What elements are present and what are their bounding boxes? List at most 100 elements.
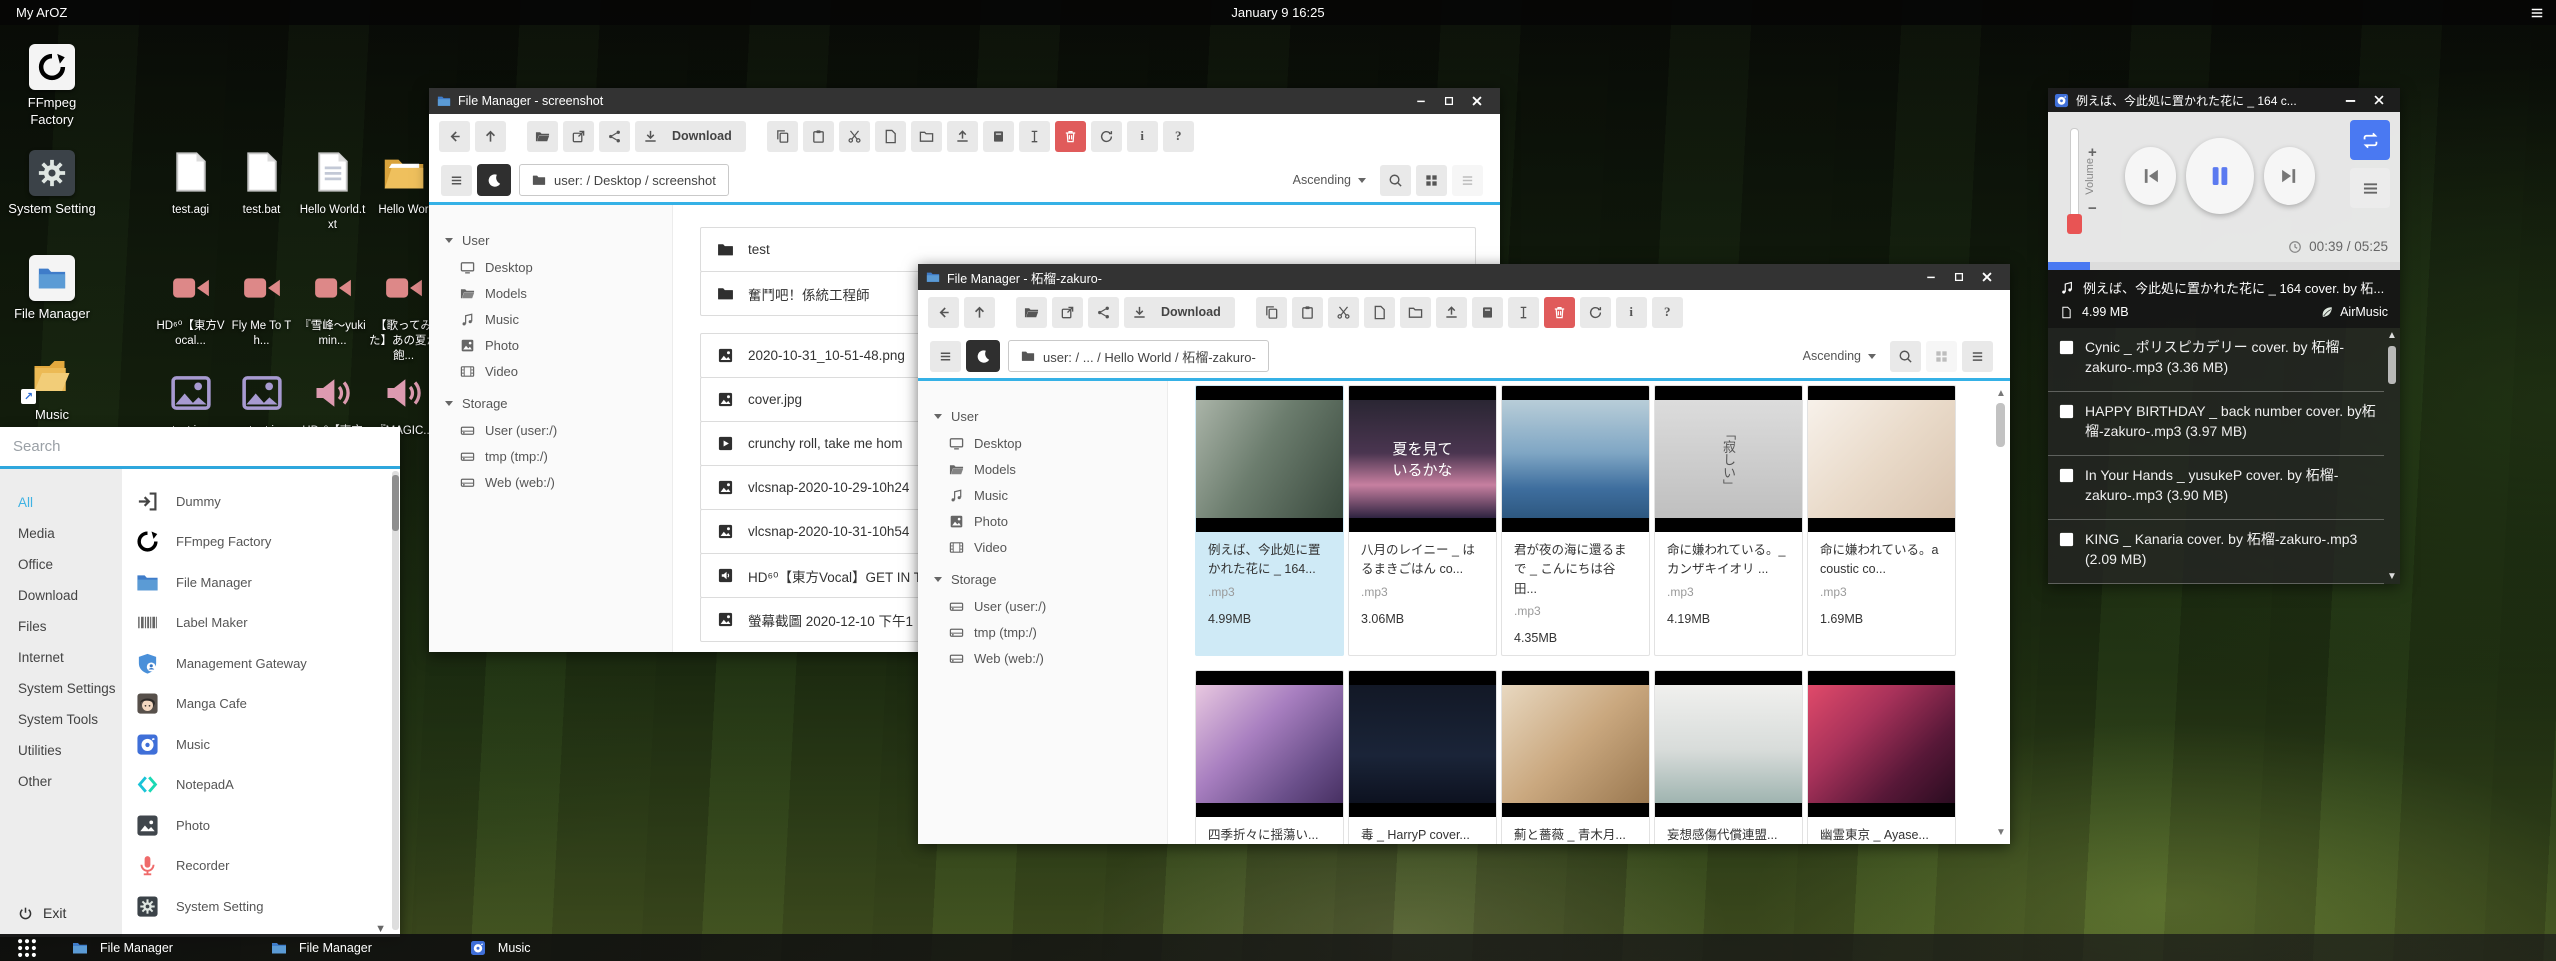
- search-input[interactable]: [13, 438, 353, 455]
- paste-button[interactable]: [1292, 297, 1323, 328]
- sidebar-item-music[interactable]: Music: [443, 306, 672, 332]
- category-system-tools[interactable]: System Tools: [0, 704, 122, 735]
- taskbar-item-music[interactable]: Music: [456, 934, 545, 961]
- sidebar-section-user[interactable]: User: [932, 403, 1167, 430]
- grid-view-button[interactable]: [1416, 165, 1447, 196]
- category-internet[interactable]: Internet: [0, 642, 122, 673]
- archive-button[interactable]: [1472, 297, 1503, 328]
- category-office[interactable]: Office: [0, 549, 122, 580]
- info-button[interactable]: i: [1127, 121, 1158, 152]
- sidebar-item-tmp-tmp-[interactable]: tmp (tmp:/): [443, 443, 672, 469]
- minimize-button[interactable]: [1410, 90, 1438, 112]
- open-folder-button[interactable]: [527, 121, 558, 152]
- app-item-music[interactable]: Music: [122, 724, 400, 765]
- archive-button[interactable]: [983, 121, 1014, 152]
- help-button[interactable]: ?: [1652, 297, 1683, 328]
- window-titlebar[interactable]: File Manager - 柘榴-zakuro-: [918, 264, 2010, 290]
- category-download[interactable]: Download: [0, 580, 122, 611]
- close-button[interactable]: [2368, 89, 2396, 111]
- sidebar-section-storage[interactable]: Storage: [932, 566, 1167, 593]
- new-file-button[interactable]: [1364, 297, 1395, 328]
- up-button[interactable]: [964, 297, 995, 328]
- sort-dropdown[interactable]: Ascending: [1803, 349, 1876, 363]
- file-card[interactable]: 君が夜の海に還るまで _ こんにちは谷田....mp34.35MB: [1501, 385, 1650, 656]
- app-item-label-maker[interactable]: Label Maker: [122, 603, 400, 644]
- copy-button[interactable]: [1256, 297, 1287, 328]
- paste-button[interactable]: [803, 121, 834, 152]
- sidebar-section-storage[interactable]: Storage: [443, 390, 672, 417]
- external-button[interactable]: [1052, 297, 1083, 328]
- sidebar-item-user-user-[interactable]: User (user:/): [932, 593, 1167, 619]
- close-button[interactable]: [1466, 90, 1494, 112]
- sidebar-item-user-user-[interactable]: User (user:/): [443, 417, 672, 443]
- minimize-button[interactable]: [2340, 89, 2368, 111]
- sidebar-item-web-web-[interactable]: Web (web:/): [932, 645, 1167, 671]
- volume-slider[interactable]: + Volume −: [2070, 128, 2110, 246]
- share-button[interactable]: [599, 121, 630, 152]
- desktop-file[interactable]: HD⁶⁰【東方Vocal...: [155, 266, 226, 364]
- menu-button[interactable]: [930, 341, 961, 372]
- repeat-button[interactable]: [2350, 120, 2390, 160]
- maximize-button[interactable]: [1438, 90, 1466, 112]
- desktop-shortcut-music[interactable]: ↗Music: [6, 356, 98, 424]
- desktop-file[interactable]: 『雪峰～yukimin...: [297, 266, 368, 364]
- info-button[interactable]: i: [1616, 297, 1647, 328]
- new-folder-button[interactable]: [1400, 297, 1431, 328]
- category-media[interactable]: Media: [0, 518, 122, 549]
- upload-button[interactable]: [1436, 297, 1467, 328]
- breadcrumb[interactable]: user: / ... / Hello World / 柘榴-zakuro-: [1008, 340, 1269, 372]
- refresh-button[interactable]: [1580, 297, 1611, 328]
- desktop-shortcut-file-manager[interactable]: File Manager: [6, 255, 98, 323]
- sidebar-item-desktop[interactable]: Desktop: [932, 430, 1167, 456]
- sidebar-item-video[interactable]: Video: [443, 358, 672, 384]
- upload-button[interactable]: [947, 121, 978, 152]
- rename-button[interactable]: [1019, 121, 1050, 152]
- playlist-scrollbar[interactable]: ▲▼: [2386, 330, 2398, 582]
- list-view-button[interactable]: [1962, 341, 1993, 372]
- minimize-button[interactable]: [1920, 266, 1948, 288]
- app-item-file-manager[interactable]: File Manager: [122, 562, 400, 603]
- category-files[interactable]: Files: [0, 611, 122, 642]
- search-button[interactable]: [1380, 165, 1411, 196]
- sort-dropdown[interactable]: Ascending: [1293, 173, 1366, 187]
- playlist-item[interactable]: KING _ Kanaria cover. by 柘榴-zakuro-.mp3 …: [2048, 520, 2384, 584]
- external-button[interactable]: [563, 121, 594, 152]
- list-view-button[interactable]: [1452, 165, 1483, 196]
- rename-button[interactable]: [1508, 297, 1539, 328]
- file-card[interactable]: 夏を見て いるかな八月のレイニー _ はるまきごはん co....mp33.06…: [1348, 385, 1497, 656]
- desktop-file[interactable]: Hello World.txt: [297, 150, 368, 233]
- file-card[interactable]: 妄想感傷代償連盟...: [1654, 670, 1803, 844]
- desktop-file[interactable]: Fly Me To Th...: [226, 266, 297, 364]
- app-item-photo[interactable]: Photo: [122, 805, 400, 846]
- dark-mode-toggle[interactable]: [966, 340, 1000, 372]
- playlist-item[interactable]: HAPPY BIRTHDAY _ back number cover. by柘榴…: [2048, 392, 2384, 456]
- sidebar-item-photo[interactable]: Photo: [443, 332, 672, 358]
- file-card[interactable]: 例えば、今此処に置かれた花に _ 164....mp34.99MB: [1195, 385, 1344, 656]
- maximize-button[interactable]: [1948, 266, 1976, 288]
- cut-button[interactable]: [1328, 297, 1359, 328]
- taskbar-item-file-manager[interactable]: File Manager: [257, 934, 386, 961]
- scroll-up-icon[interactable]: ▲: [1995, 387, 2007, 399]
- sidebar-item-models[interactable]: Models: [932, 456, 1167, 482]
- window-titlebar[interactable]: File Manager - screenshot: [429, 88, 1500, 114]
- breadcrumb[interactable]: user: / Desktop / screenshot: [519, 164, 729, 196]
- help-button[interactable]: ?: [1163, 121, 1194, 152]
- app-item-notepada[interactable]: NotepadA: [122, 765, 400, 806]
- app-launcher-icon[interactable]: [16, 937, 38, 959]
- category-utilities[interactable]: Utilities: [0, 735, 122, 766]
- file-card[interactable]: 四季折々に揺蕩い...: [1195, 670, 1344, 844]
- copy-button[interactable]: [767, 121, 798, 152]
- volume-thumb[interactable]: [2067, 214, 2082, 234]
- new-folder-button[interactable]: [911, 121, 942, 152]
- up-button[interactable]: [475, 121, 506, 152]
- back-button[interactable]: [928, 297, 959, 328]
- new-file-button[interactable]: [875, 121, 906, 152]
- app-item-management-gateway[interactable]: Management Gateway: [122, 643, 400, 684]
- app-item-ffmpeg-factory[interactable]: FFmpeg Factory: [122, 522, 400, 563]
- app-item-manga-cafe[interactable]: Manga Cafe: [122, 684, 400, 725]
- grid-view-button[interactable]: [1926, 341, 1957, 372]
- close-button[interactable]: [1976, 266, 2004, 288]
- sidebar-item-models[interactable]: Models: [443, 280, 672, 306]
- playlist-button[interactable]: [2350, 168, 2390, 208]
- desktop-file[interactable]: test.bat: [226, 150, 297, 233]
